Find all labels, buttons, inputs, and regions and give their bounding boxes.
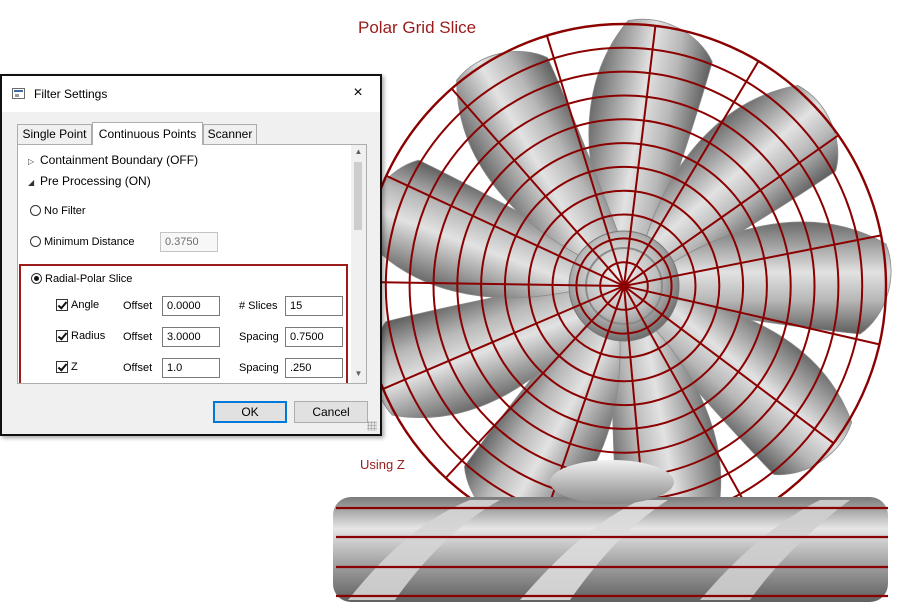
app-window-icon bbox=[12, 88, 25, 99]
tab-panel: ▷ Containment Boundary (OFF) ◢ Pre Process… bbox=[17, 144, 367, 384]
minimum-distance-option[interactable]: Minimum Distance bbox=[30, 236, 134, 248]
scroll-thumb[interactable] bbox=[354, 162, 362, 230]
dialog-title: Filter Settings bbox=[34, 87, 108, 101]
tab-scanner[interactable]: Scanner bbox=[203, 124, 257, 144]
angle-offset-label: Offset bbox=[123, 300, 153, 312]
radius-offset-label: Offset bbox=[123, 331, 153, 343]
radius-spacing-field[interactable]: 0.7500 bbox=[285, 327, 343, 347]
figure-title: Polar Grid Slice bbox=[358, 18, 477, 37]
tab-single-point[interactable]: Single Point bbox=[17, 124, 92, 144]
minimum-distance-field[interactable]: 0.3750 bbox=[160, 232, 218, 252]
vertical-scrollbar[interactable]: ▲ ▼ bbox=[351, 145, 366, 383]
using-z-label: Using Z bbox=[360, 457, 405, 472]
close-icon[interactable]: × bbox=[348, 83, 368, 103]
radius-label: Radius bbox=[71, 330, 106, 342]
angle-checkbox[interactable] bbox=[56, 299, 68, 311]
z-spacing-field[interactable]: .250 bbox=[285, 358, 343, 378]
radius-spacing-label: Spacing bbox=[239, 331, 279, 343]
no-filter-label: No Filter bbox=[44, 205, 86, 217]
tree-item-containment-boundary[interactable]: ▷ Containment Boundary (OFF) bbox=[28, 153, 198, 167]
triangle-down-icon: ◢ bbox=[28, 178, 35, 187]
propeller-side-view bbox=[333, 460, 888, 602]
scroll-down-icon[interactable]: ▼ bbox=[351, 369, 366, 381]
tab-continuous-points[interactable]: Continuous Points bbox=[92, 122, 203, 145]
z-checkbox[interactable] bbox=[56, 361, 68, 373]
no-filter-option[interactable]: No Filter bbox=[30, 205, 86, 217]
radial-polar-radio[interactable] bbox=[31, 273, 42, 284]
radius-offset-field[interactable]: 3.0000 bbox=[162, 327, 220, 347]
angle-label: Angle bbox=[71, 299, 100, 311]
cancel-button[interactable]: Cancel bbox=[294, 401, 368, 423]
z-offset-label: Offset bbox=[123, 362, 153, 374]
radius-checkbox[interactable] bbox=[56, 330, 68, 342]
z-label: Z bbox=[71, 361, 78, 373]
tree-item-pre-processing[interactable]: ◢ Pre Processing (ON) bbox=[28, 174, 151, 188]
z-offset-field[interactable]: 1.0 bbox=[162, 358, 220, 378]
title-bar: Filter Settings × bbox=[2, 76, 380, 112]
filter-settings-dialog: Filter Settings × Single Point Continuou… bbox=[0, 74, 382, 436]
minimum-distance-radio[interactable] bbox=[30, 236, 41, 247]
angle-offset-field[interactable]: 0.0000 bbox=[162, 296, 220, 316]
triangle-right-icon: ▷ bbox=[28, 157, 35, 166]
tree-item-label: Containment Boundary (OFF) bbox=[40, 153, 199, 167]
radial-polar-label: Radial-Polar Slice bbox=[45, 273, 133, 285]
resize-grip-icon[interactable] bbox=[367, 421, 377, 431]
side-cap bbox=[550, 460, 674, 504]
scroll-up-icon[interactable]: ▲ bbox=[351, 147, 366, 159]
no-filter-radio[interactable] bbox=[30, 205, 41, 216]
tree-item-label: Pre Processing (ON) bbox=[40, 174, 151, 188]
z-spacing-label: Spacing bbox=[239, 362, 279, 374]
slices-label: # Slices bbox=[239, 300, 278, 312]
slices-field[interactable]: 15 bbox=[285, 296, 343, 316]
ok-button[interactable]: OK bbox=[213, 401, 287, 423]
minimum-distance-label: Minimum Distance bbox=[44, 236, 135, 248]
radial-polar-highlight-box: Radial-Polar Slice Angle Offset 0.0000 #… bbox=[19, 264, 348, 383]
radial-polar-option[interactable]: Radial-Polar Slice bbox=[31, 273, 132, 285]
